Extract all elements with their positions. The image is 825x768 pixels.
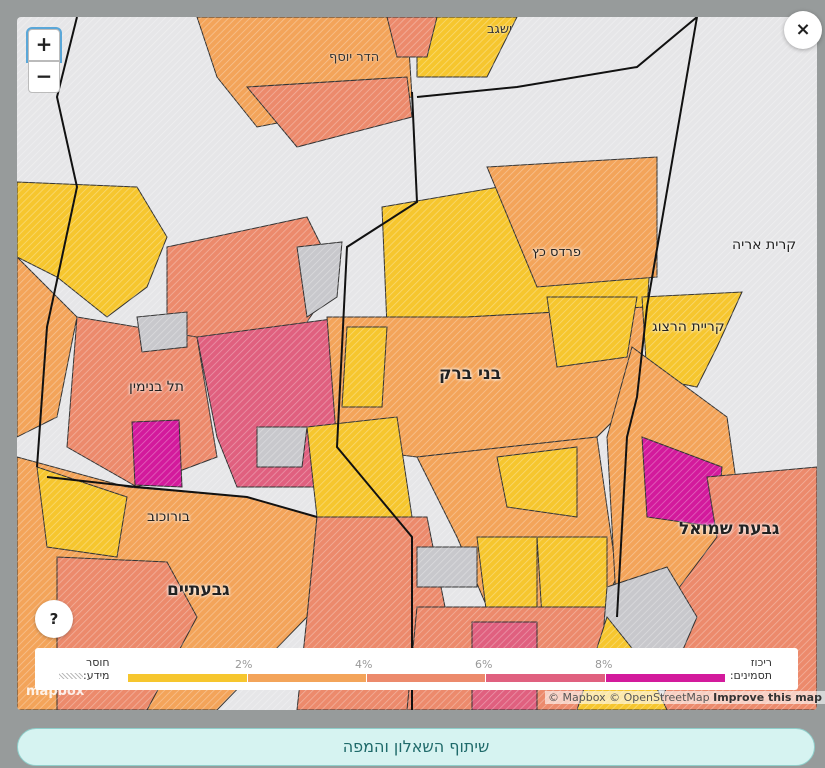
legend-missing: חוסר מידע:: [59, 656, 110, 682]
attribution-text[interactable]: © Mapbox © OpenStreetMap: [548, 691, 710, 704]
zoom-in-button[interactable]: +: [28, 29, 60, 61]
legend-bar-2-4: [248, 674, 366, 682]
choropleth-map[interactable]: בני ברק גבעת שמואל גבעתיים תל בנימין בור…: [17, 17, 817, 710]
label-tel-binyamin: תל בנימין: [129, 379, 184, 395]
legend-bar-0-2: [128, 674, 247, 682]
attribution: © Mapbox © OpenStreetMap Improve this ma…: [545, 691, 825, 704]
legend-tick: 8%: [595, 658, 613, 671]
legend-tick: 4%: [355, 658, 373, 671]
missing-hatch-swatch: [59, 673, 83, 679]
label-yishgav: ישגב: [487, 22, 512, 37]
hatch-overlay: [17, 17, 817, 710]
label-givatayim: גבעתיים: [167, 580, 230, 600]
label-givat-shmuel: גבעת שמואל: [679, 519, 780, 539]
label-kiryat-arye: קרית אריה: [732, 237, 797, 253]
legend-bar-8-plus: [606, 674, 725, 682]
zoom-out-button[interactable]: −: [28, 61, 60, 93]
legend-title: ריכוז תסמינים:: [730, 656, 772, 682]
map-regions: [17, 17, 817, 710]
improve-map-link[interactable]: Improve this map: [713, 691, 822, 704]
legend-bar-4-6: [367, 674, 485, 682]
legend-missing-line1: חוסר: [86, 656, 110, 669]
label-kiryat-herzog: קריית הרצוג: [652, 319, 725, 335]
legend-missing-line2: מידע:: [59, 669, 110, 682]
legend-missing-text: מידע:: [83, 669, 110, 682]
help-button[interactable]: ?: [35, 600, 73, 638]
label-hadar-yosef: הדר יוסף: [329, 50, 380, 65]
legend: ריכוז תסמינים: 2% 4% 6% 8% חוסר מידע:: [35, 648, 798, 690]
share-button[interactable]: שיתוף השאלון והמפה: [17, 728, 815, 766]
label-bnei-brak: בני ברק: [439, 364, 502, 384]
legend-bar-6-8: [486, 674, 605, 682]
legend-title-line2: תסמינים:: [729, 669, 772, 682]
legend-tick: 2%: [235, 658, 253, 671]
legend-title-line1: ריכוז: [750, 656, 772, 669]
label-borochov: בורוכוב: [147, 509, 190, 525]
label-pardes-katz: פרדס כץ: [532, 245, 582, 260]
legend-tick: 6%: [475, 658, 493, 671]
close-button[interactable]: ×: [784, 11, 822, 49]
mapbox-logo[interactable]: mapbox: [26, 684, 84, 699]
